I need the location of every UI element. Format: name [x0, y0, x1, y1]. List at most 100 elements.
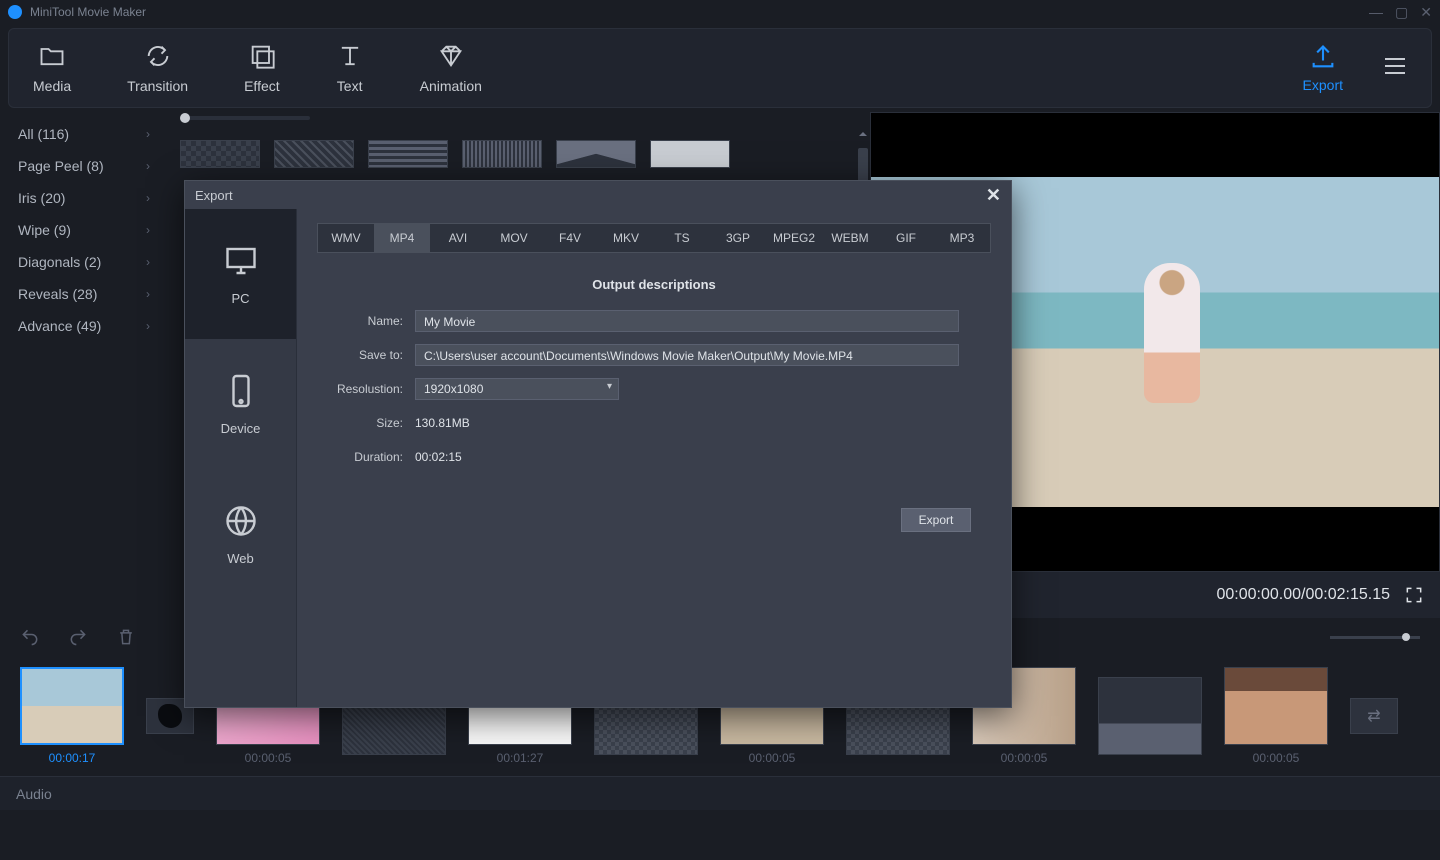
format-tab-mov[interactable]: MOV [486, 224, 542, 252]
name-input[interactable]: My Movie [415, 310, 959, 332]
sidebar-item-label: Wipe (9) [18, 222, 71, 238]
redo-button[interactable] [68, 627, 88, 647]
sidebar-item-label: All (116) [18, 126, 69, 142]
chevron-right-icon: › [146, 127, 150, 141]
saveto-input[interactable]: C:\Users\user account\Documents\Windows … [415, 344, 959, 366]
timeline-clip[interactable] [1098, 677, 1202, 755]
format-tab-f4v[interactable]: F4V [542, 224, 598, 252]
saveto-label: Save to: [317, 348, 403, 362]
timeline-clip[interactable]: 00:00:17 [20, 667, 124, 765]
diamond-icon [437, 42, 465, 70]
maximize-button[interactable]: ▢ [1395, 4, 1408, 21]
globe-icon [223, 503, 259, 539]
sidebar-item-label: Reveals (28) [18, 286, 97, 302]
sidebar-item-wipe[interactable]: Wipe (9) › [0, 214, 168, 246]
section-title: Output descriptions [317, 277, 991, 292]
dialog-close-button[interactable]: ✕ [986, 185, 1001, 206]
effect-icon [248, 42, 276, 70]
format-tab-mkv[interactable]: MKV [598, 224, 654, 252]
transition-thumb[interactable] [368, 140, 448, 168]
chevron-right-icon: › [146, 287, 150, 301]
transition-button[interactable]: Transition [127, 42, 188, 94]
timeline-clip[interactable]: 00:00:05 [1224, 667, 1328, 765]
format-tabs: WMV MP4 AVI MOV F4V MKV TS 3GP MPEG2 WEB… [317, 223, 991, 253]
sidebar-item-label: Advance (49) [18, 318, 101, 334]
export-dialog: Export ✕ PC Device Web WMV MP4 AVI MOV [184, 180, 1012, 708]
chevron-right-icon: › [146, 223, 150, 237]
transition-thumb[interactable] [180, 140, 260, 168]
format-tab-gif[interactable]: GIF [878, 224, 934, 252]
target-label: Web [227, 551, 254, 566]
sidebar-item-diagonals[interactable]: Diagonals (2) › [0, 246, 168, 278]
transition-icon [144, 42, 172, 70]
name-label: Name: [317, 314, 403, 328]
transition-chip[interactable] [1350, 698, 1398, 734]
audio-track-label: Audio [0, 776, 1440, 810]
thumb-size-slider[interactable] [180, 116, 310, 120]
transition-thumb[interactable] [650, 140, 730, 168]
hamburger-icon [1383, 57, 1407, 75]
resolution-select[interactable]: 1920x1080 [415, 378, 619, 400]
menu-button[interactable] [1383, 57, 1407, 80]
sidebar-item-label: Page Peel (8) [18, 158, 104, 174]
dialog-titlebar: Export ✕ [185, 181, 1011, 209]
sidebar-item-label: Diagonals (2) [18, 254, 101, 270]
undo-button[interactable] [20, 627, 40, 647]
clip-thumbnail [20, 667, 124, 745]
chevron-right-icon: › [146, 159, 150, 173]
target-label: Device [221, 421, 261, 436]
chevron-right-icon: › [146, 255, 150, 269]
export-target-web[interactable]: Web [185, 469, 296, 599]
resolution-label: Resolustion: [317, 382, 403, 396]
clip-time: 00:00:05 [749, 751, 796, 765]
format-tab-ts[interactable]: TS [654, 224, 710, 252]
sidebar-item-reveals[interactable]: Reveals (28) › [0, 278, 168, 310]
clip-time: 00:00:05 [1001, 751, 1048, 765]
sidebar-item-label: Iris (20) [18, 190, 65, 206]
text-label: Text [337, 78, 363, 94]
transition-thumb[interactable] [462, 140, 542, 168]
export-form: WMV MP4 AVI MOV F4V MKV TS 3GP MPEG2 WEB… [297, 209, 1011, 707]
timeline-zoom-slider[interactable] [1330, 636, 1420, 639]
chevron-right-icon: › [146, 319, 150, 333]
text-button[interactable]: Text [336, 42, 364, 94]
media-label: Media [33, 78, 71, 94]
format-tab-mpeg2[interactable]: MPEG2 [766, 224, 822, 252]
category-sidebar: All (116)› Page Peel (8)› Iris (20)› Wip… [0, 112, 168, 618]
dialog-title-text: Export [195, 188, 233, 203]
media-button[interactable]: Media [33, 42, 71, 94]
export-label: Export [1303, 77, 1343, 93]
transition-thumb[interactable] [274, 140, 354, 168]
minimize-button[interactable]: — [1369, 4, 1383, 21]
phone-icon [223, 373, 259, 409]
export-target-device[interactable]: Device [185, 339, 296, 469]
clip-thumbnail [1224, 667, 1328, 745]
format-tab-mp3[interactable]: MP3 [934, 224, 990, 252]
format-tab-wmv[interactable]: WMV [318, 224, 374, 252]
fullscreen-icon[interactable] [1404, 585, 1424, 605]
folder-icon [38, 42, 66, 70]
format-tab-avi[interactable]: AVI [430, 224, 486, 252]
dialog-export-button[interactable]: Export [901, 508, 971, 532]
delete-button[interactable] [116, 627, 136, 647]
clip-time: 00:00:17 [49, 751, 96, 765]
sidebar-item-iris[interactable]: Iris (20)› [0, 182, 168, 214]
time-display: 00:00:00.00/00:02:15.15 [1217, 586, 1391, 604]
clip-time: 00:01:27 [497, 751, 544, 765]
animation-button[interactable]: Animation [420, 42, 482, 94]
close-window-button[interactable]: ✕ [1420, 4, 1432, 21]
sidebar-item-pagepeel[interactable]: Page Peel (8) › [0, 150, 168, 182]
app-logo-icon [8, 5, 22, 19]
format-tab-mp4[interactable]: MP4 [374, 224, 430, 252]
export-target-pc[interactable]: PC [185, 209, 296, 339]
size-value: 130.81MB [415, 412, 470, 434]
sidebar-item-advance[interactable]: Advance (49) › [0, 310, 168, 342]
sidebar-item-all[interactable]: All (116) › [0, 118, 168, 150]
transition-label: Transition [127, 78, 188, 94]
format-tab-webm[interactable]: WEBM [822, 224, 878, 252]
export-button[interactable]: Export [1303, 43, 1343, 93]
format-tab-3gp[interactable]: 3GP [710, 224, 766, 252]
monitor-icon [223, 243, 259, 279]
effect-button[interactable]: Effect [244, 42, 280, 94]
transition-thumb[interactable] [556, 140, 636, 168]
